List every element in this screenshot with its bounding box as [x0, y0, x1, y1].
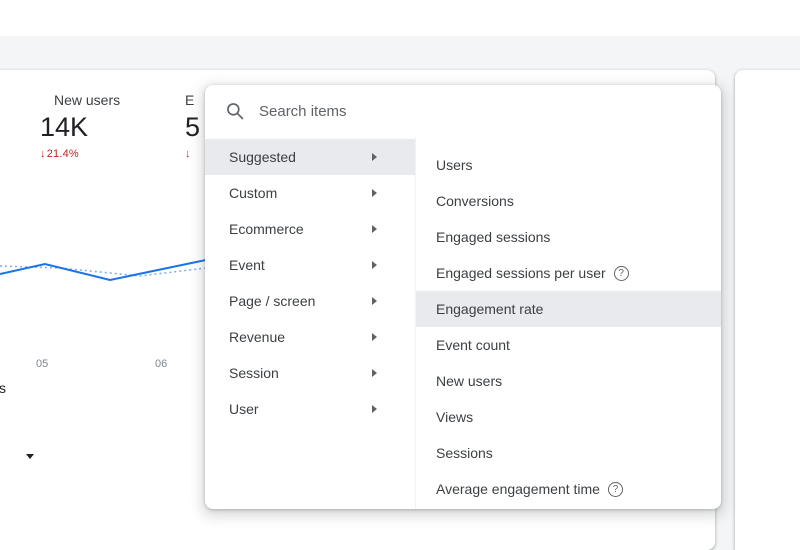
category-label: User: [229, 401, 259, 417]
category-label: Suggested: [229, 149, 296, 165]
search-row: [205, 85, 721, 137]
chevron-right-icon: [372, 153, 377, 161]
category-label: Page / screen: [229, 293, 316, 309]
x-axis-tick: 06: [155, 358, 168, 370]
metric-item-engagement-rate[interactable]: Engagement rate: [416, 291, 721, 327]
metric-item-conversions[interactable]: Conversions: [416, 183, 721, 219]
category-label: Ecommerce: [229, 221, 304, 237]
metric-item-label: Event count: [436, 337, 510, 353]
dropdown-caret-icon[interactable]: [26, 454, 34, 459]
category-session[interactable]: Session: [205, 355, 415, 391]
chevron-right-icon: [372, 369, 377, 377]
chart-solid-series: [0, 259, 206, 282]
metric-list: Users Conversions Engaged sessions Engag…: [415, 137, 721, 509]
metric-item-label: Views: [436, 409, 474, 425]
category-label: Event: [229, 257, 265, 273]
help-icon[interactable]: ?: [607, 481, 623, 497]
category-list: Suggested Custom Ecommerce Event Page / …: [205, 137, 415, 509]
metric-item-event-count[interactable]: Event count: [416, 327, 721, 363]
metric-item-label: Engaged sessions per user: [436, 265, 606, 281]
metric-item-views[interactable]: Views: [416, 399, 721, 435]
metric-new-users[interactable]: New users 14K ↓21.4%: [40, 92, 120, 160]
metric-item-label: Engaged sessions: [436, 229, 551, 245]
metric-change-value: 21.4%: [46, 148, 79, 160]
category-ecommerce[interactable]: Ecommerce: [205, 211, 415, 247]
metric-item-new-users[interactable]: New users: [416, 363, 721, 399]
metric-item-label: Users: [436, 157, 473, 173]
metric-item-sessions[interactable]: Sessions: [416, 435, 721, 471]
metric-item-engaged-sessions[interactable]: Engaged sessions: [416, 219, 721, 255]
chevron-right-icon: [372, 333, 377, 341]
x-axis-tick: 05: [36, 358, 49, 370]
metric-item-label: Engagement rate: [436, 301, 544, 317]
category-label: Session: [229, 365, 279, 381]
chevron-right-icon: [372, 225, 377, 233]
metric-change: ↓21.4%: [40, 148, 120, 160]
category-event[interactable]: Event: [205, 247, 415, 283]
category-user[interactable]: User: [205, 391, 415, 427]
chevron-right-icon: [372, 189, 377, 197]
metric-item-average-engagement-time[interactable]: Average engagement time ?: [416, 471, 721, 507]
metric-label: New users: [54, 92, 121, 108]
search-input[interactable]: [259, 102, 659, 120]
picker-columns: Suggested Custom Ecommerce Event Page / …: [205, 137, 721, 509]
category-page-screen[interactable]: Page / screen: [205, 283, 415, 319]
chevron-right-icon: [372, 405, 377, 413]
line-chart: [0, 259, 206, 282]
metric-label: E: [185, 92, 195, 108]
search-icon: [225, 101, 245, 121]
metric-item-label: New users: [436, 373, 503, 389]
help-icon[interactable]: ?: [613, 265, 629, 281]
category-custom[interactable]: Custom: [205, 175, 415, 211]
top-app-bar: [0, 0, 800, 36]
legend-text-fragment: s: [0, 380, 6, 396]
metric-item-engaged-sessions-per-user[interactable]: Engaged sessions per user ?: [416, 255, 721, 291]
chevron-right-icon: [372, 297, 377, 305]
chevron-right-icon: [372, 261, 377, 269]
category-revenue[interactable]: Revenue: [205, 319, 415, 355]
metric-value: 14K: [40, 112, 89, 142]
metric-picker-dialog: Suggested Custom Ecommerce Event Page / …: [205, 85, 721, 509]
category-label: Revenue: [229, 329, 286, 345]
metric-item-users[interactable]: Users: [416, 147, 721, 183]
metric-item-label: Conversions: [436, 193, 514, 209]
metric-value: 5: [185, 112, 201, 142]
metric-item-label: Average engagement time: [436, 481, 600, 497]
metric-item-label: Sessions: [436, 445, 493, 461]
down-arrow-icon: ↓: [40, 148, 46, 160]
adjacent-card: [735, 70, 800, 550]
metric-change: ↓: [185, 148, 200, 160]
category-suggested[interactable]: Suggested: [205, 139, 415, 175]
category-label: Custom: [229, 185, 278, 201]
metric-engaged-partial[interactable]: E 5 ↓: [185, 92, 200, 160]
down-arrow-icon: ↓: [185, 148, 191, 160]
